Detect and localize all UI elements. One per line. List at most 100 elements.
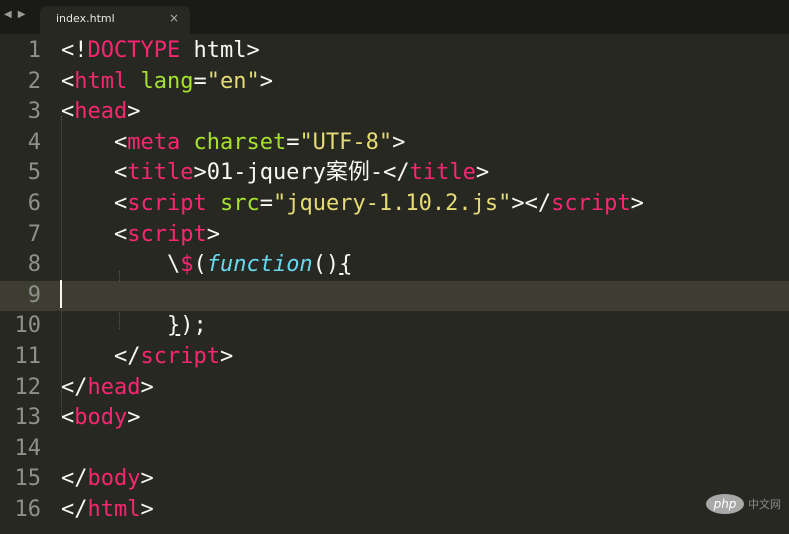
code-token: function	[206, 252, 313, 278]
code-line[interactable]: 2 <html lang="en">	[0, 67, 789, 98]
code-line[interactable]: 12 </head>	[0, 373, 789, 404]
code-token: "jquery-1.10.2.js"	[272, 191, 512, 216]
code-token: </	[61, 374, 88, 400]
code-token: (	[193, 252, 207, 278]
code-line[interactable]: 15 </body>	[0, 464, 789, 495]
line-code: \$(function(){	[61, 250, 352, 281]
code-token: >	[219, 344, 234, 369]
line-number: 14	[14, 435, 42, 461]
code-token: $	[180, 252, 194, 278]
code-token: >	[206, 221, 220, 247]
line-code: </html>	[61, 495, 154, 526]
tab-bar: ◀ ▶ index.html ×	[0, 0, 789, 34]
code-line[interactable]: 10 });	[0, 311, 789, 342]
line-number: 8	[27, 252, 41, 278]
code-token: >01-jquery案例-</	[193, 160, 410, 186]
line-number: 16	[14, 497, 42, 522]
code-token: >	[140, 374, 154, 400]
code-token: body	[87, 466, 141, 492]
nav-left-icon[interactable]: ◀	[4, 9, 12, 20]
code-token: lang	[140, 68, 194, 94]
tab-label: index.html	[56, 12, 115, 25]
line-number: 15	[14, 466, 42, 492]
code-token: src	[219, 191, 260, 216]
code-token: charset	[193, 129, 287, 155]
line-code: <head>	[61, 97, 140, 128]
line-code: <html lang="en">	[61, 67, 273, 98]
code-token: "UTF-8"	[299, 129, 393, 155]
code-line[interactable]: 8 \$(function(){	[0, 250, 789, 281]
code-token: {	[339, 252, 353, 278]
editor-window: ◀ ▶ index.html × 1 <!DOCTYPE html> 2 <html …	[0, 0, 789, 534]
code-token: DOCTYPE	[87, 38, 181, 63]
tab-nav-arrows: ◀ ▶	[4, 9, 25, 20]
code-token: <	[61, 191, 128, 216]
nav-right-icon[interactable]: ▶	[18, 9, 26, 20]
line-number: 6	[27, 191, 41, 216]
code-token: script	[127, 191, 207, 216]
code-line[interactable]: 14	[0, 434, 789, 465]
line-code: });	[61, 311, 207, 342]
code-token: head	[87, 374, 141, 400]
code-token: =	[286, 129, 300, 155]
line-code: <script>	[61, 220, 220, 251]
code-token: </	[61, 466, 88, 492]
code-line[interactable]: 16 </html>	[0, 495, 789, 526]
code-token: title	[127, 160, 194, 186]
code-line[interactable]: 1 <!DOCTYPE html>	[0, 36, 789, 67]
code-token: script	[551, 191, 631, 216]
code-line[interactable]: 7 <script>	[0, 220, 789, 251]
code-token: );	[180, 313, 207, 339]
code-token: "en"	[206, 68, 260, 94]
line-code: </head>	[61, 373, 154, 404]
code-editor[interactable]: 1 <!DOCTYPE html> 2 <html lang="en"> 3 <head>…	[0, 34, 789, 534]
text-cursor	[60, 280, 62, 308]
code-token: >	[630, 191, 644, 216]
code-token: </	[61, 344, 141, 369]
code-token: script	[140, 344, 220, 369]
code-token: >	[140, 497, 154, 522]
watermark-logo: php	[706, 494, 744, 514]
code-token: =	[193, 68, 207, 94]
line-number: 1	[27, 38, 41, 63]
line-number: 4	[27, 129, 41, 155]
code-token: <	[61, 68, 75, 94]
line-number: 5	[27, 160, 41, 186]
line-code: </script>	[61, 342, 233, 373]
code-token: <	[61, 160, 128, 186]
code-token: body	[74, 405, 128, 431]
code-token: meta	[127, 129, 181, 155]
code-token: =	[259, 191, 273, 216]
code-token: </	[61, 497, 88, 522]
code-line[interactable]: 9	[0, 280, 789, 312]
tab-index-html[interactable]: index.html ×	[40, 6, 190, 34]
line-code: <script src="jquery-1.10.2.js"></script>	[61, 189, 644, 220]
code-token: <	[61, 405, 75, 431]
code-token: script	[127, 221, 207, 247]
line-number: 13	[14, 405, 42, 431]
line-code: <!DOCTYPE html>	[61, 36, 260, 67]
code-token: >	[127, 99, 141, 125]
code-token: >	[392, 129, 406, 155]
line-number: 12	[14, 374, 42, 400]
code-token: html>	[180, 38, 260, 63]
line-code: <title>01-jquery案例-</title>	[61, 158, 489, 189]
code-line[interactable]: 4 <meta charset="UTF-8">	[0, 128, 789, 159]
code-line[interactable]: 13 <body>	[0, 403, 789, 434]
code-token: >	[475, 160, 490, 186]
code-token: <	[61, 99, 75, 125]
code-token: title	[409, 160, 476, 186]
code-line[interactable]: 6 <script src="jquery-1.10.2.js"></scrip…	[0, 189, 789, 220]
code-token: >	[140, 466, 154, 492]
code-token: ()	[312, 252, 340, 278]
code-line[interactable]: 11 </script>	[0, 342, 789, 373]
code-line[interactable]: 3 <head>	[0, 97, 789, 128]
tab-close-icon[interactable]: ×	[169, 11, 179, 25]
code-line[interactable]: 5 <title>01-jquery案例-</title>	[0, 158, 789, 189]
line-number: 10	[14, 313, 42, 339]
watermark: php 中文网	[706, 494, 781, 514]
code-token: <!	[61, 38, 88, 63]
